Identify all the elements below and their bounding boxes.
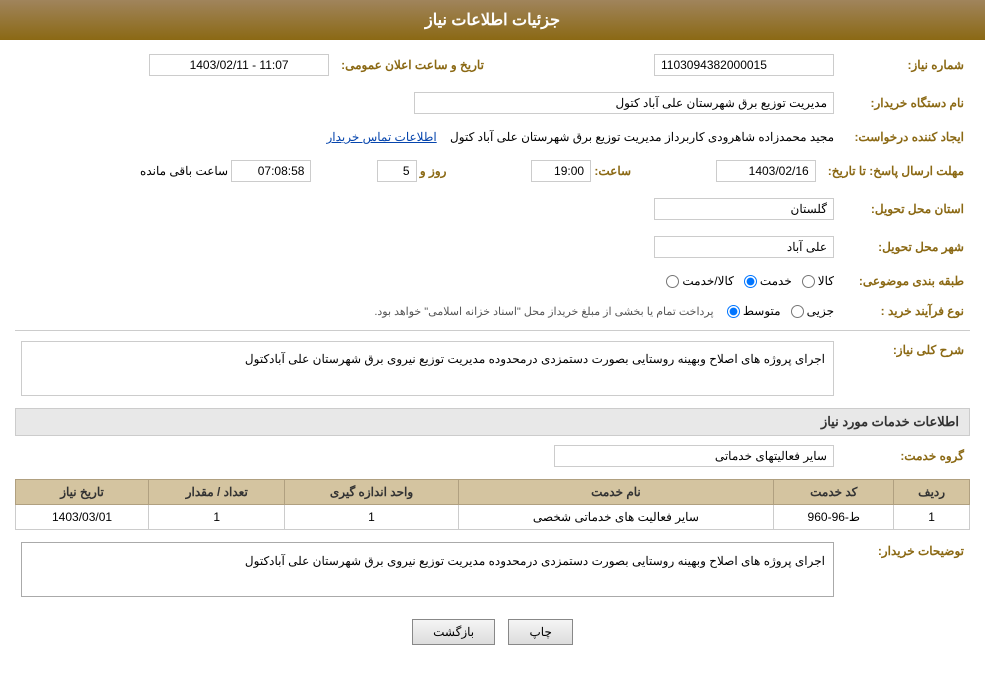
col-count: تعداد / مقدار — [149, 480, 285, 505]
process-note: پرداخت تمام یا بخشی از مبلغ خریداز محل "… — [374, 306, 713, 318]
need-number-value: 1103094382000015 — [654, 54, 834, 76]
need-number-label: شماره نیاز: — [840, 50, 970, 80]
service-group-value: سایر فعالیتهای خدماتی — [554, 445, 834, 467]
category-kala-label: کالا — [818, 274, 834, 288]
service-group-label: گروه خدمت: — [840, 441, 970, 471]
buyer-desc-value: اجرای پروژه های اصلاح وبهینه روستایی بصو… — [21, 542, 834, 597]
deadline-time-label: ساعت: — [594, 164, 631, 178]
process-option-motevaset[interactable]: متوسط — [727, 304, 781, 318]
category-option-kala-khedmat[interactable]: کالا/خدمت — [666, 274, 733, 288]
city-value: علی آباد — [654, 236, 834, 258]
services-header: اطلاعات خدمات مورد نیاز — [15, 408, 970, 436]
province-label: استان محل تحویل: — [840, 194, 970, 224]
narration-label: شرح کلی نیاز: — [840, 337, 970, 400]
category-kala-khedmat-label: کالا/خدمت — [682, 274, 733, 288]
process-option-jozii[interactable]: جزیی — [791, 304, 834, 318]
deadline-remaining-label: ساعت باقی مانده — [140, 164, 228, 178]
category-khedmat-label: خدمت — [760, 274, 792, 288]
narration-value: اجرای پروژه های اصلاح وبهینه روستایی بصو… — [21, 341, 834, 396]
col-date: تاریخ نیاز — [16, 480, 149, 505]
back-button[interactable]: بازگشت — [412, 619, 495, 645]
header-title: جزئیات اطلاعات نیاز — [425, 12, 560, 29]
page-header: جزئیات اطلاعات نیاز — [0, 0, 985, 40]
category-kala-khedmat-radio[interactable] — [666, 275, 679, 288]
table-row: 1ط-96-960سایر فعالیت های خدماتی شخصی1114… — [16, 505, 970, 530]
date-value: 1403/02/11 - 11:07 — [149, 54, 329, 76]
buttons-row: چاپ بازگشت — [15, 609, 970, 655]
services-table: ردیف کد خدمت نام خدمت واحد اندازه گیری ت… — [15, 479, 970, 530]
creator-label: ایجاد کننده درخواست: — [840, 126, 970, 148]
category-khedmat-radio[interactable] — [744, 275, 757, 288]
category-option-khedmat[interactable]: خدمت — [744, 274, 792, 288]
process-jozii-label: جزیی — [807, 304, 834, 318]
creator-value: مجید محمدزاده شاهرودی کاربرداز مدیریت تو… — [450, 130, 834, 144]
category-option-kala[interactable]: کالا — [802, 274, 834, 288]
process-motevaset-radio[interactable] — [727, 305, 740, 318]
deadline-days-label: روز و — [420, 164, 447, 178]
category-label: طبقه بندی موضوعی: — [840, 270, 970, 292]
buyer-name-label: نام دستگاه خریدار: — [840, 88, 970, 118]
process-label: نوع فرآیند خرید : — [840, 300, 970, 322]
col-index: ردیف — [894, 480, 970, 505]
buyer-name-value: مدیریت توزیع برق شهرستان علی آباد کتول — [414, 92, 834, 114]
col-name: نام خدمت — [458, 480, 774, 505]
col-code: کد خدمت — [774, 480, 894, 505]
process-motevaset-label: متوسط — [743, 304, 781, 318]
buyer-desc-label: توضیحات خریدار: — [840, 538, 970, 601]
col-unit: واحد اندازه گیری — [285, 480, 458, 505]
date-label: تاریخ و ساعت اعلان عمومی: — [335, 50, 490, 80]
city-label: شهر محل تحویل: — [840, 232, 970, 262]
deadline-label: مهلت ارسال پاسخ: تا تاریخ: — [822, 156, 970, 186]
creator-link[interactable]: اطلاعات تماس خریدار — [326, 130, 436, 144]
print-button[interactable]: چاپ — [508, 619, 572, 645]
deadline-remaining: 07:08:58 — [231, 160, 311, 182]
process-radio-group: جزیی متوسط — [727, 304, 834, 318]
category-kala-radio[interactable] — [802, 275, 815, 288]
category-radio-group: کالا خدمت کالا/خدمت — [666, 274, 834, 288]
deadline-days: 5 — [377, 160, 417, 182]
province-value: گلستان — [654, 198, 834, 220]
deadline-time: 19:00 — [531, 160, 591, 182]
deadline-date: 1403/02/16 — [716, 160, 816, 182]
process-jozii-radio[interactable] — [791, 305, 804, 318]
